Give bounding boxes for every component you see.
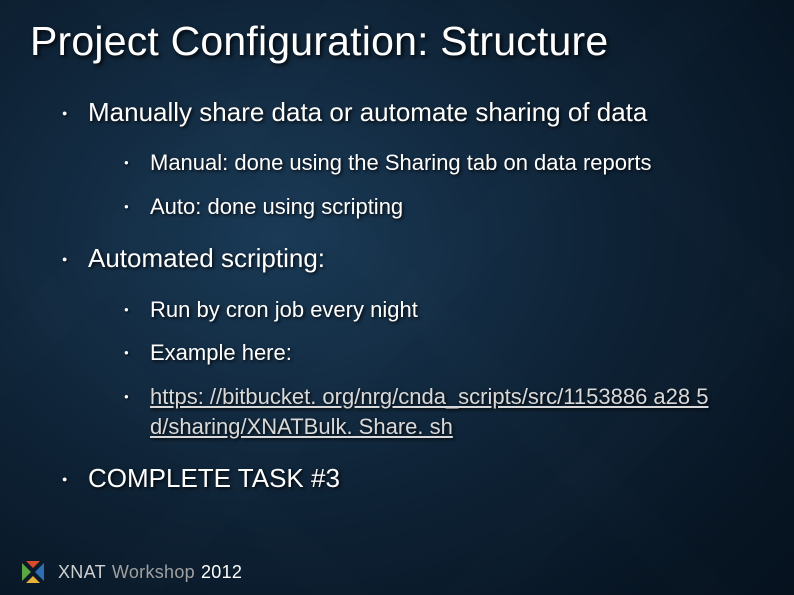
brand-year: 2012 (201, 562, 242, 582)
bullet-manual-share: Manually share data or automate sharing … (62, 95, 764, 221)
bullet-text: Automated scripting: (88, 243, 325, 273)
bullet-manual-sub2: Auto: done using scripting (124, 192, 764, 222)
bullet-manual-sub1: Manual: done using the Sharing tab on da… (124, 148, 764, 178)
example-link[interactable]: https: //bitbucket. org/nrg/cnda_scripts… (150, 384, 708, 439)
bullet-list-level1: Manually share data or automate sharing … (30, 95, 764, 496)
slide-title: Project Configuration: Structure (30, 18, 764, 65)
bullet-text: Manual: done using the Sharing tab on da… (150, 150, 651, 175)
bullet-auto-sub2: Example here: (124, 338, 764, 368)
bullet-text: COMPLETE TASK #3 (88, 463, 340, 493)
slide-content: Project Configuration: Structure Manuall… (0, 0, 794, 595)
brand-workshop: Workshop (112, 562, 195, 582)
bullet-auto-sub1: Run by cron job every night (124, 295, 764, 325)
footer: XNAT Workshop 2012 (18, 559, 242, 585)
bullet-auto-link: https: //bitbucket. org/nrg/cnda_scripts… (124, 382, 764, 441)
brand-name: XNAT (58, 562, 106, 582)
bullet-text: Manually share data or automate sharing … (88, 97, 647, 127)
bullet-list-level2: Run by cron job every night Example here… (88, 295, 764, 442)
bullet-text: Run by cron job every night (150, 297, 418, 322)
bullet-complete-task: COMPLETE TASK #3 (62, 461, 764, 496)
xnat-logo-icon (18, 559, 48, 585)
footer-brand: XNAT Workshop 2012 (58, 562, 242, 583)
bullet-text: Example here: (150, 340, 292, 365)
bullet-auto-scripting: Automated scripting: Run by cron job eve… (62, 241, 764, 441)
bullet-list-level2: Manual: done using the Sharing tab on da… (88, 148, 764, 221)
bullet-text: Auto: done using scripting (150, 194, 403, 219)
